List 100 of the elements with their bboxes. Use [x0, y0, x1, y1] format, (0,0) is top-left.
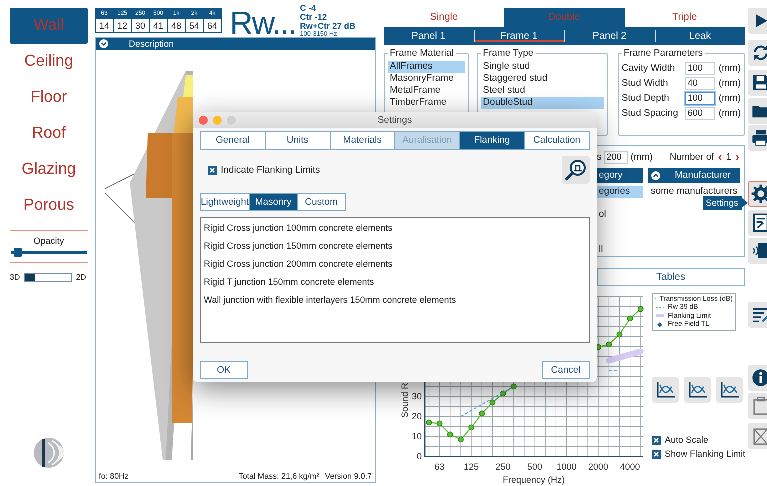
- tables-button[interactable]: Tables: [597, 268, 745, 286]
- graph-button[interactable]: [652, 377, 679, 403]
- door-sound-button[interactable]: [748, 238, 767, 264]
- tick-label: 4000: [620, 462, 640, 472]
- tick-label: 125: [464, 462, 480, 472]
- graph-button[interactable]: [716, 377, 743, 403]
- column-header[interactable]: egory: [597, 168, 643, 183]
- data-point: [510, 384, 517, 390]
- chevron-down-icon[interactable]: [99, 39, 109, 49]
- sub-tab[interactable]: Panel 1: [384, 27, 474, 45]
- previous-button[interactable]: ‹: [714, 150, 726, 164]
- nav-item[interactable]: Glazing: [10, 152, 88, 188]
- group-title: Frame Type: [482, 48, 535, 59]
- checkbox[interactable]: [208, 166, 217, 174]
- slider-thumb[interactable]: [14, 248, 22, 257]
- sub-tab[interactable]: Frame 1: [474, 30, 564, 42]
- list-item[interactable]: Staggered stud: [481, 73, 604, 85]
- info-button[interactable]: [748, 365, 767, 391]
- data-point: [606, 342, 612, 348]
- settings-tab[interactable]: Units: [264, 132, 330, 149]
- save-icon: [751, 73, 767, 93]
- data-point: [447, 432, 454, 438]
- list-item[interactable]: MetalFrame: [388, 85, 466, 97]
- list-item[interactable]: Rigid Cross junction 100mm concrete elements: [201, 222, 589, 240]
- settings-button[interactable]: [748, 181, 767, 207]
- list-item[interactable]: Single stud: [481, 61, 604, 73]
- list-item[interactable]: Rigid Cross junction 200mm concrete elements: [201, 258, 589, 276]
- clipboard-button[interactable]: [748, 393, 767, 419]
- settings-tab[interactable]: Materials: [330, 132, 394, 149]
- list-item[interactable]: ll: [597, 244, 643, 256]
- data-point: [479, 410, 486, 417]
- checkbox[interactable]: [652, 450, 661, 458]
- ok-button[interactable]: OK: [200, 361, 248, 379]
- nav-item[interactable]: Porous: [10, 188, 88, 224]
- data-point: [500, 390, 506, 397]
- segment-tab[interactable]: Lightweight: [201, 194, 250, 210]
- rw-ctr-rating: Rw+Ctr 27 dB: [300, 22, 356, 31]
- play-button[interactable]: [748, 8, 767, 34]
- door-sound-icon: [751, 241, 767, 261]
- list-item[interactable]: TimberFrame: [388, 97, 466, 109]
- band-value: 48: [168, 18, 186, 32]
- data-point: [436, 420, 443, 427]
- delete-button[interactable]: [748, 423, 767, 449]
- list-item[interactable]: Steel stud: [481, 85, 604, 97]
- group-title: Frame Material: [389, 48, 455, 59]
- rating-title: Rw...: [230, 8, 296, 38]
- data-point: [468, 424, 475, 431]
- list-item[interactable]: DoubleStud: [481, 97, 604, 109]
- next-button[interactable]: ›: [732, 150, 744, 164]
- list-item[interactable]: AllFrames: [388, 61, 466, 73]
- construction-tab[interactable]: Triple: [624, 8, 745, 27]
- printer-button[interactable]: [748, 125, 767, 151]
- segment-tab[interactable]: Custom: [297, 194, 345, 210]
- segment-tab[interactable]: Masonry: [249, 194, 298, 210]
- folder-button[interactable]: [748, 98, 767, 124]
- magnifier-button[interactable]: [562, 156, 590, 184]
- nav-item[interactable]: Ceiling: [10, 44, 88, 80]
- unit-label: (mm): [630, 152, 653, 162]
- c-rating: C -4: [300, 4, 318, 13]
- cancel-button[interactable]: Cancel: [542, 361, 590, 379]
- view-switch[interactable]: [24, 273, 72, 282]
- input-field[interactable]: 100: [684, 92, 715, 105]
- input-field[interactable]: 600: [684, 107, 715, 120]
- list-item[interactable]: MasonryFrame: [388, 73, 466, 85]
- unit-label: (mm): [718, 108, 741, 119]
- input-field[interactable]: 40: [684, 77, 715, 90]
- list-item[interactable]: Rigid T junction 150mm concrete elements: [201, 276, 589, 294]
- save-button[interactable]: [748, 70, 767, 96]
- list-item[interactable]: egories: [597, 186, 643, 198]
- list-item[interactable]: Wall junction with flexible interlayers 150mm concrete elements: [201, 294, 589, 312]
- list-item[interactable]: Rigid Cross junction 150mm concrete elements: [201, 240, 589, 258]
- field-label: Stud Spacing: [622, 108, 680, 119]
- opacity-slider[interactable]: [11, 251, 87, 254]
- nav-item[interactable]: Roof: [10, 116, 88, 152]
- construction-tab[interactable]: Single: [384, 8, 504, 27]
- list-button[interactable]: [748, 302, 767, 328]
- panel-header[interactable]: Description: [96, 38, 375, 50]
- delete-icon: [751, 426, 767, 446]
- sub-tab[interactable]: Leak: [654, 30, 745, 42]
- thickness-field[interactable]: 200: [604, 150, 628, 164]
- info-icon: [751, 368, 767, 388]
- data-point: [638, 306, 644, 312]
- tick-label: 500: [528, 462, 543, 472]
- refresh-button[interactable]: [748, 40, 767, 66]
- settings-tab[interactable]: Calculation: [524, 132, 589, 149]
- document-button[interactable]: [748, 210, 767, 236]
- input-field[interactable]: 100: [684, 62, 715, 75]
- list-item[interactable]: some manufacturers: [648, 186, 738, 198]
- checkbox[interactable]: [652, 436, 661, 444]
- graph-button[interactable]: [684, 377, 711, 403]
- data-point: [490, 400, 496, 406]
- sub-tab[interactable]: Panel 2: [564, 30, 654, 42]
- settings-tab[interactable]: General: [201, 132, 265, 149]
- checkbox-label: Auto Scale: [665, 435, 709, 445]
- nav-item[interactable]: Floor: [10, 80, 88, 116]
- document-icon: [751, 213, 767, 233]
- chevron-up-icon[interactable]: [651, 170, 661, 180]
- settings-tab[interactable]: Flanking: [459, 132, 524, 149]
- search-icon: [564, 158, 588, 182]
- list-item[interactable]: ol: [597, 209, 643, 221]
